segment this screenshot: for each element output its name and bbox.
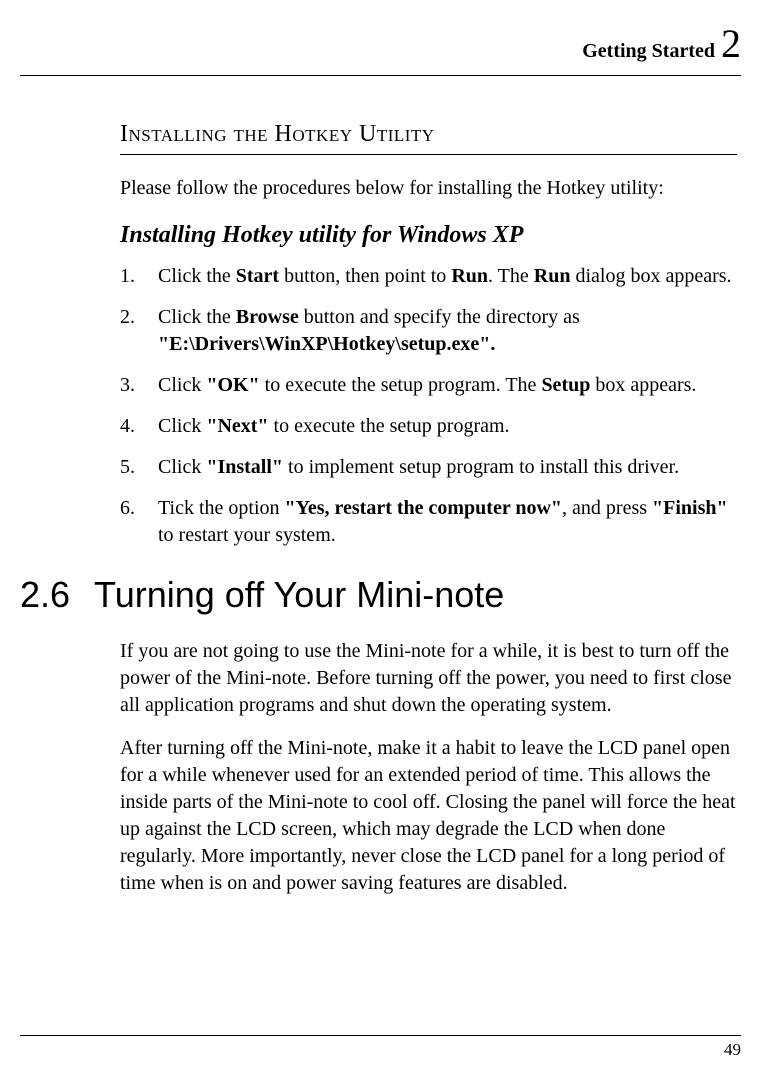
step-3: Click "OK" to execute the setup program.… [120,372,737,399]
bold: "OK" [206,374,259,396]
text: Click the [158,306,236,328]
subheading: Installing Hotkey utility for Windows XP [120,222,737,249]
chapter-label: Getting Started [582,40,715,62]
text: to execute the setup program. [269,415,510,437]
step-4: Click "Next" to execute the setup progra… [120,413,737,440]
text: button, then point to [279,265,451,287]
bold: "Yes, restart the computer now" [285,497,563,519]
text: button and specify the directory as [299,306,580,328]
text: to execute the setup program. The [260,374,542,396]
step-1: Click the Start button, then point to Ru… [120,263,737,290]
text: to restart your system. [158,524,336,546]
text: Click [158,456,206,478]
page-number: 49 [724,1040,741,1059]
paragraph-1: If you are not going to use the Mini-not… [120,638,737,719]
step-6: Tick the option "Yes, restart the comput… [120,495,737,549]
bold: Setup [541,374,590,396]
bold: Run [534,265,571,287]
text: Click [158,415,206,437]
paragraph-2: After turning off the Mini-note, make it… [120,735,737,897]
text: , and press [562,497,652,519]
text: dialog box appears. [570,265,731,287]
bold: "Finish" [652,497,728,519]
step-2: Click the Browse button and specify the … [120,304,737,358]
text: Click [158,374,206,396]
bold: Browse [236,306,299,328]
heading-text: Turning off Your Mini-note [94,574,504,616]
bold: Run [451,265,488,287]
text: Click the [158,265,236,287]
page-footer: 49 [20,1035,741,1060]
text: box appears. [590,374,696,396]
page-header: Getting Started 2 [20,20,741,76]
bold: Start [236,265,279,287]
heading-number: 2.6 [20,574,70,616]
text: . The [488,265,534,287]
chapter-number: 2 [721,21,741,66]
main-heading: 2.6 Turning off Your Mini-note [20,574,737,616]
bold: "E:\Drivers\WinXP\Hotkey\setup.exe". [158,333,495,355]
bold: "Next" [206,415,268,437]
text: Tick the option [158,497,285,519]
intro-paragraph: Please follow the procedures below for i… [120,177,737,200]
step-5: Click "Install" to implement setup progr… [120,454,737,481]
bold: "Install" [206,456,283,478]
section-title: Installing the Hotkey Utility [120,121,737,155]
steps-list: Click the Start button, then point to Ru… [120,263,737,549]
text: to implement setup program to install th… [283,456,679,478]
page-content: Installing the Hotkey Utility Please fol… [20,121,741,897]
